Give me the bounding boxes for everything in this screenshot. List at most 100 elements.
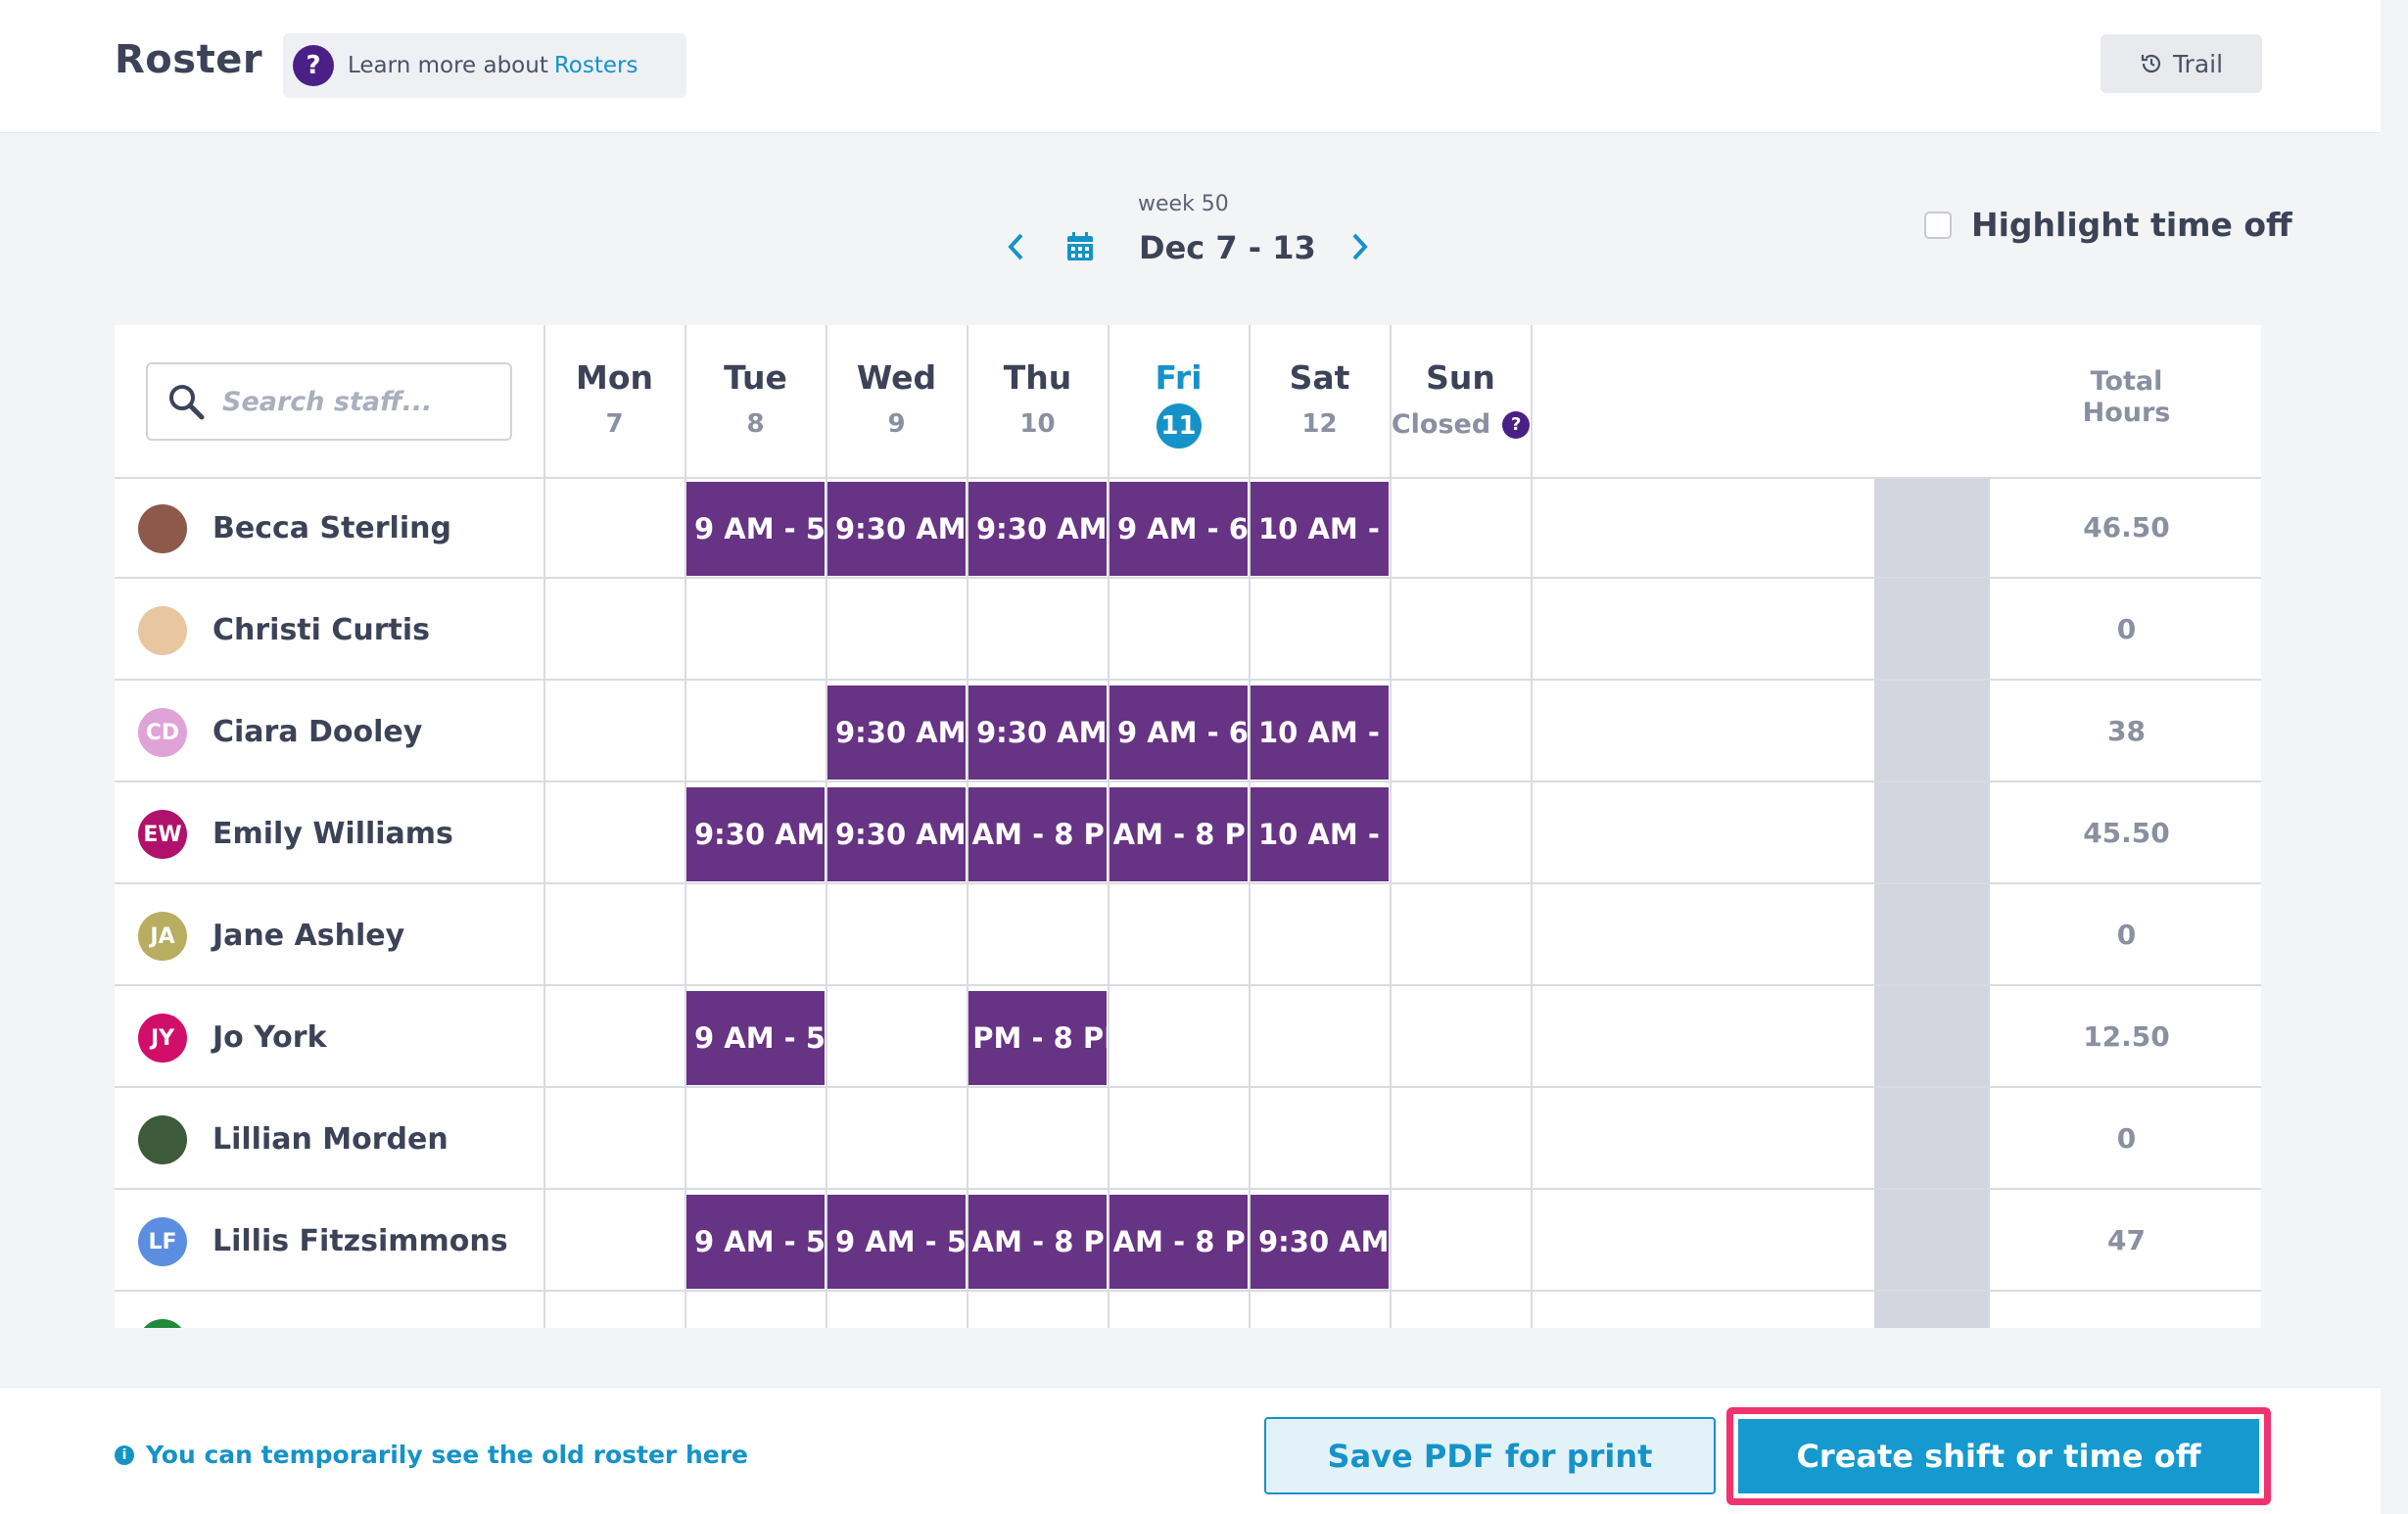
- search-placeholder: Search staff...: [222, 386, 433, 417]
- calendar-icon: [1067, 232, 1093, 260]
- shift-block[interactable]: 9:30 AM - 5:3...: [686, 787, 825, 881]
- shift-block[interactable]: 9 AM - 8 PM: [1110, 787, 1248, 881]
- week-date-range: Dec 7 - 13: [1139, 229, 1316, 266]
- highlight-time-off-toggle[interactable]: Highlight time off: [1924, 206, 2292, 244]
- day-name: Fri: [1155, 358, 1203, 397]
- learn-more-rosters-link[interactable]: Rosters: [554, 53, 638, 78]
- learn-more-prefix: Learn more about: [348, 53, 548, 78]
- chevron-left-icon: [1008, 233, 1023, 260]
- total-hours-value: 12.50: [2083, 1020, 2170, 1053]
- staff-name[interactable]: Lillis Fitzsimmons: [212, 1224, 508, 1258]
- shift-block[interactable]: 9 AM - 8 PM: [968, 1195, 1107, 1289]
- next-week-button[interactable]: [1342, 227, 1377, 266]
- day-header-fri: Fri 11: [1109, 325, 1249, 479]
- day-header-sun: Sun Closed?: [1391, 325, 1531, 479]
- staff-row: Becca Sterling9 AM - 5:30 ...9:30 AM - 8…: [115, 479, 2261, 579]
- staff-row: LFLillis Fitzsimmons9 AM - 5:30 ...9 AM …: [115, 1192, 2261, 1292]
- avatar: [138, 504, 187, 553]
- staff-row: Christi Curtis 0: [115, 581, 2261, 681]
- shift-block[interactable]: 9 AM - 8 PM: [968, 787, 1107, 881]
- closed-label: Closed: [1391, 409, 1491, 440]
- page-footer: i You can temporarily see the old roster…: [0, 1387, 2381, 1514]
- trail-label: Trail: [2172, 49, 2224, 78]
- day-name: Sun: [1426, 358, 1495, 397]
- day-number: 7: [605, 409, 624, 439]
- staff-row: MO Megan O'Flynn 0: [115, 1294, 2261, 1328]
- shift-block[interactable]: 9 AM - 5:30 ...: [686, 1195, 825, 1289]
- staff-name[interactable]: Christi Curtis: [212, 613, 430, 647]
- create-shift-button[interactable]: Create shift or time off: [1738, 1419, 2259, 1493]
- search-staff-input[interactable]: Search staff...: [146, 362, 512, 441]
- staff-name[interactable]: Becca Sterling: [212, 511, 451, 545]
- shift-block[interactable]: 9:30 AM - 8 ...: [827, 686, 966, 780]
- shift-block[interactable]: 9 AM - 6:30 ...: [1110, 686, 1248, 780]
- total-hours-value: 38: [2107, 715, 2146, 747]
- old-roster-link[interactable]: i You can temporarily see the old roster…: [115, 1441, 748, 1469]
- shift-block[interactable]: 9 AM - 8 PM: [1110, 1195, 1248, 1289]
- shift-block[interactable]: 9:30 AM - 5:3...: [827, 787, 966, 881]
- total-hours-value: 45.50: [2083, 817, 2170, 849]
- shift-block[interactable]: 9 AM - 5:30 ...: [686, 991, 825, 1085]
- today-date-badge: 11: [1156, 403, 1202, 449]
- total-hours-value: 0: [1992, 1326, 2261, 1328]
- day-header-mon: Mon 7: [544, 325, 685, 479]
- previous-week-button[interactable]: [999, 227, 1034, 266]
- shift-block[interactable]: 9 AM - 6:30 ...: [1110, 482, 1248, 576]
- highlight-time-off-label: Highlight time off: [1971, 206, 2292, 244]
- shift-block[interactable]: 10 AM - 5:30 ...: [1251, 787, 1389, 881]
- staff-name[interactable]: Jane Ashley: [212, 919, 404, 953]
- shift-block[interactable]: 10 AM - 5:30 ...: [1251, 686, 1389, 780]
- shift-block[interactable]: 9:30 AM - 8 ...: [968, 686, 1107, 780]
- total-hours-value: 47: [2107, 1224, 2146, 1256]
- avatar: LF: [138, 1217, 187, 1266]
- day-number: 12: [1301, 409, 1338, 439]
- total-hours-header: Total Hours: [1992, 366, 2261, 429]
- shift-block[interactable]: 9:30 AM - 5:3...: [1251, 1195, 1389, 1289]
- shift-block[interactable]: 10 AM - 5:30 ...: [1251, 482, 1389, 576]
- staff-name[interactable]: Megan O'Flynn: [212, 1326, 458, 1328]
- shift-block[interactable]: 4 PM - 8 PM: [968, 991, 1107, 1085]
- shift-block[interactable]: 9:30 AM - 8 ...: [968, 482, 1107, 576]
- help-icon: ?: [293, 45, 334, 86]
- day-header-tue: Tue 8: [685, 325, 826, 479]
- total-hours-value: 0: [2116, 919, 2137, 951]
- save-pdf-button[interactable]: Save PDF for print: [1264, 1417, 1716, 1494]
- help-icon[interactable]: ?: [1502, 410, 1531, 439]
- total-hours-value: 46.50: [2083, 511, 2170, 544]
- avatar: JA: [138, 912, 187, 961]
- trail-button[interactable]: Trail: [2101, 34, 2262, 93]
- shift-block[interactable]: 9 AM - 5:30 ...: [827, 1195, 966, 1289]
- calendar-picker-button[interactable]: [1062, 227, 1098, 266]
- day-number: 9: [887, 409, 906, 439]
- total-hours-value: 0: [2116, 613, 2137, 645]
- staff-row: CD Ciara Dooley 9:30 AM - 8 ...9:30 AM - 8…: [115, 683, 2261, 782]
- search-icon: [169, 385, 205, 420]
- day-number: 8: [746, 409, 765, 439]
- week-number: week 50: [1138, 192, 1229, 216]
- staff-name[interactable]: Ciara Dooley: [212, 715, 422, 749]
- highlight-time-off-checkbox[interactable]: [1924, 211, 1952, 239]
- staff-row: JY Jo York 9 AM - 5:30 ... 4 PM - 8 PM 12.50: [115, 988, 2261, 1088]
- page-title: Roster: [115, 37, 263, 82]
- avatar: MO: [138, 1319, 187, 1328]
- avatar: [138, 606, 187, 655]
- day-name: Wed: [856, 358, 937, 397]
- avatar: JY: [138, 1014, 187, 1063]
- staff-row: EW Emily Williams 9:30 AM - 5:3...9:30 AM …: [115, 784, 2261, 884]
- page-scrollbar[interactable]: [2381, 0, 2408, 1514]
- chevron-right-icon: [1352, 233, 1368, 260]
- staff-name[interactable]: Emily Williams: [212, 817, 453, 851]
- day-header-sat: Sat 12: [1250, 325, 1390, 479]
- shift-block[interactable]: 9:30 AM - 8 ...: [827, 482, 966, 576]
- shift-block[interactable]: 9 AM - 5:30 ...: [686, 482, 825, 576]
- old-roster-text: You can temporarily see the old roster h…: [146, 1441, 748, 1469]
- staff-row: JA Jane Ashley 0: [115, 886, 2261, 986]
- staff-name[interactable]: Jo York: [212, 1020, 327, 1055]
- total-hours-header-line2: Hours: [2082, 398, 2171, 428]
- staff-name[interactable]: Lillian Morden: [212, 1122, 449, 1157]
- day-header-thu: Thu 10: [968, 325, 1108, 479]
- learn-more-link[interactable]: ? Learn more about Rosters: [283, 33, 686, 98]
- avatar: CD: [138, 708, 187, 757]
- history-icon: [2141, 54, 2161, 73]
- day-number: 10: [1019, 409, 1056, 439]
